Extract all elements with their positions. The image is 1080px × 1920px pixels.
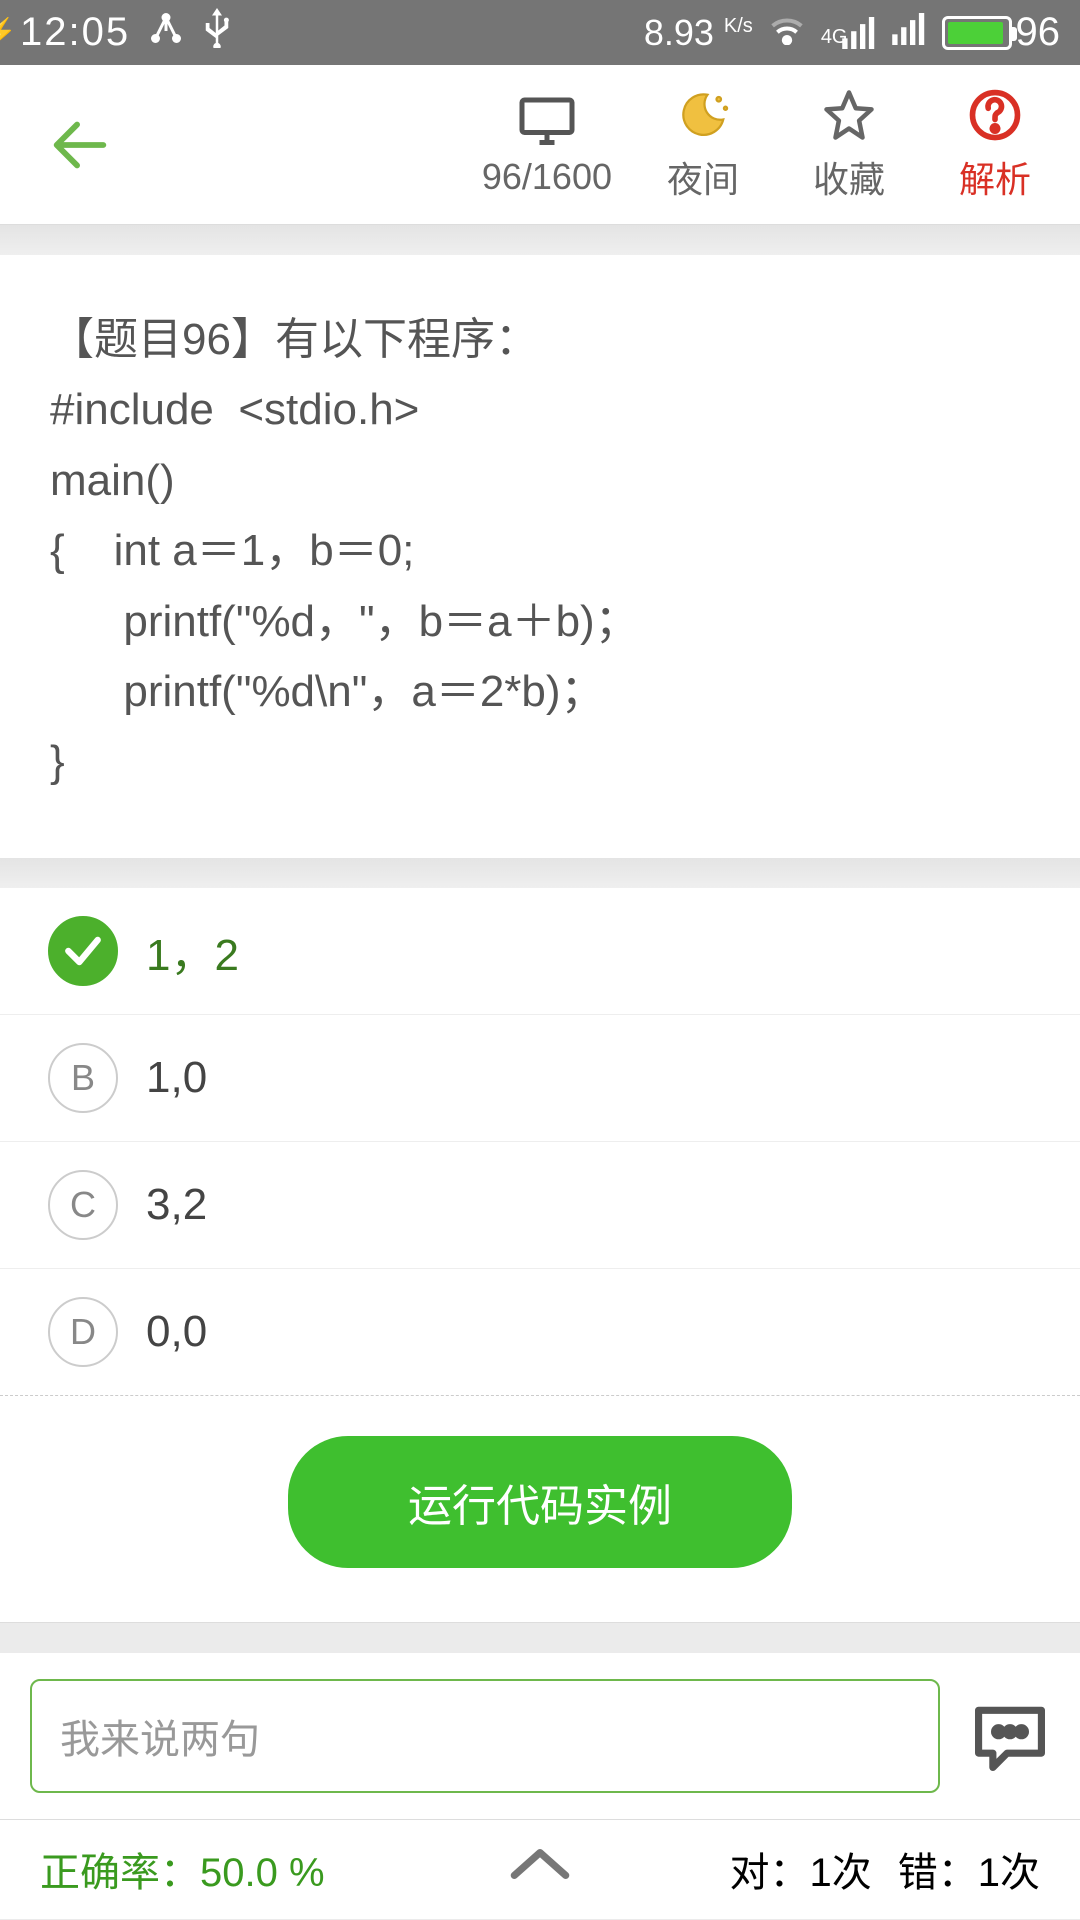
run-button-container: 运行代码实例 — [0, 1396, 1080, 1623]
wifi-icon — [767, 13, 807, 53]
signal-icon — [892, 10, 928, 55]
help-icon — [968, 87, 1022, 143]
option-text: 3,2 — [146, 1180, 207, 1230]
option-letter: D — [48, 1297, 118, 1367]
comment-input[interactable]: 我来说两句 — [30, 1679, 940, 1793]
wrong-count: 错：1次 — [898, 1840, 1040, 1898]
charging-icon: ⚡ — [0, 16, 17, 49]
signal-4g-icon: 4G — [821, 17, 878, 49]
battery-indicator: ⚡ 96 — [942, 10, 1061, 55]
back-button[interactable] — [40, 105, 120, 185]
moon-icon — [676, 87, 730, 143]
comment-area: 我来说两句 — [0, 1653, 1080, 1819]
option-a[interactable]: 1，2 — [0, 888, 1080, 1015]
stats-bar: 正确率：50.0 % 对：1次 错：1次 — [0, 1819, 1080, 1919]
divider — [0, 225, 1080, 255]
status-time: 12:05 — [20, 10, 130, 55]
option-letter: C — [48, 1170, 118, 1240]
option-b[interactable]: B 1,0 — [0, 1015, 1080, 1142]
options-list: 1，2 B 1,0 C 3,2 D 0,0 — [0, 888, 1080, 1396]
comment-icon[interactable] — [970, 1701, 1050, 1771]
night-mode-label: 夜间 — [667, 151, 739, 203]
check-icon — [48, 916, 118, 986]
option-letter: B — [48, 1043, 118, 1113]
comment-placeholder: 我来说两句 — [60, 1718, 260, 1762]
share-icon — [148, 10, 184, 55]
toolbar: 96/1600 夜间 收藏 解析 — [0, 65, 1080, 225]
question-code: #include <stdio.h> main() { int a＝1，b＝0;… — [50, 375, 1030, 797]
night-mode-button[interactable]: 夜间 — [648, 87, 758, 203]
question-panel: 【题目96】有以下程序： #include <stdio.h> main() {… — [0, 255, 1080, 858]
favorite-label: 收藏 — [813, 151, 885, 203]
divider — [0, 858, 1080, 888]
expand-icon[interactable] — [505, 1844, 575, 1894]
correct-count: 对：1次 — [730, 1840, 872, 1898]
progress-label: 96/1600 — [482, 156, 612, 198]
progress-indicator[interactable]: 96/1600 — [482, 92, 612, 198]
monitor-icon — [517, 92, 577, 148]
option-c[interactable]: C 3,2 — [0, 1142, 1080, 1269]
analysis-label: 解析 — [959, 151, 1031, 203]
usb-icon — [202, 8, 232, 57]
option-text: 1，2 — [146, 919, 239, 983]
option-text: 0,0 — [146, 1307, 207, 1357]
star-icon — [822, 87, 876, 143]
favorite-button[interactable]: 收藏 — [794, 87, 904, 203]
network-speed: 8.93 K/s — [644, 12, 753, 54]
battery-percent: 96 — [1016, 10, 1061, 55]
question-title: 【题目96】有以下程序： — [50, 305, 1030, 375]
status-bar: 12:05 8.93 K/s 4G — [0, 0, 1080, 65]
correct-rate: 正确率：50.0 % — [40, 1840, 325, 1898]
option-text: 1,0 — [146, 1053, 207, 1103]
run-code-button[interactable]: 运行代码实例 — [288, 1436, 792, 1568]
option-d[interactable]: D 0,0 — [0, 1269, 1080, 1396]
analysis-button[interactable]: 解析 — [940, 87, 1050, 203]
